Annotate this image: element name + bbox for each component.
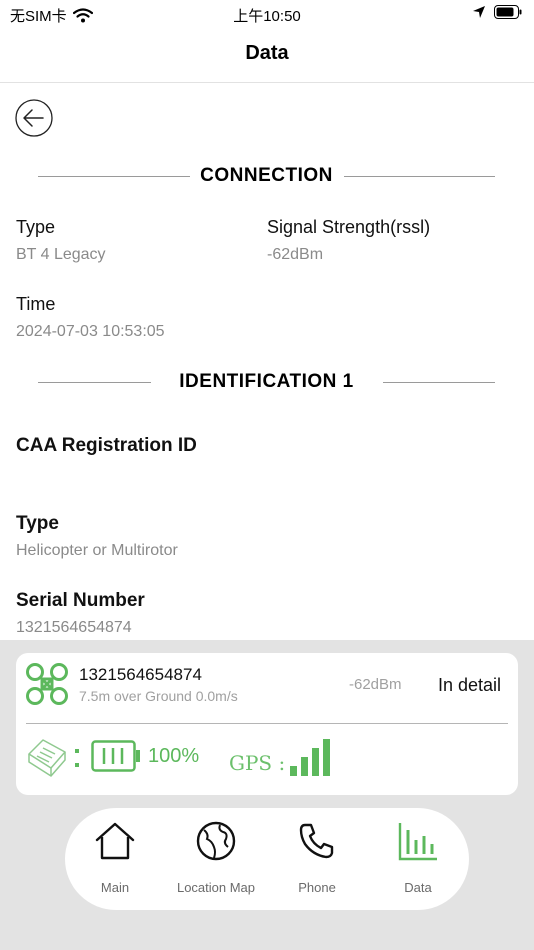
tab-label: Location Map: [176, 880, 256, 895]
phone-icon: [299, 823, 334, 859]
aircraft-type-label: Type: [16, 513, 59, 534]
identification-section-header: IDENTIFICATION 1: [38, 371, 495, 395]
colon-separator: [75, 749, 79, 767]
tab-bar: Main Location Map Phone Data: [65, 808, 469, 910]
gps-label: GPS :: [229, 751, 286, 775]
in-detail-button[interactable]: In detail: [438, 675, 501, 696]
caa-registration-label: CAA Registration ID: [16, 435, 197, 456]
aircraft-type-value: Helicopter or Multirotor: [16, 542, 178, 559]
status-bar: 无SIM卡 上午10:50: [0, 0, 534, 28]
battery-level-icon: [91, 740, 140, 772]
clock: 上午10:50: [233, 8, 301, 25]
type-label: Type: [16, 217, 56, 237]
device-serial: 1321564654874: [79, 665, 202, 684]
card-divider: [26, 723, 508, 724]
gps-signal-icon: [290, 739, 330, 776]
connection-section-header: CONNECTION: [38, 165, 495, 189]
tab-main[interactable]: Main: [65, 818, 165, 902]
device-altitude-speed: 7.5m over Ground 0.0m/s: [79, 688, 238, 704]
time-label: Time: [16, 294, 56, 314]
tab-data[interactable]: Data: [368, 818, 468, 902]
tab-label: Data: [404, 880, 432, 895]
back-button[interactable]: [15, 99, 53, 137]
back-arrow-icon: [15, 99, 53, 137]
globe-icon: [196, 821, 236, 861]
location-arrow-icon: [473, 6, 485, 18]
bar-chart-icon: [398, 823, 437, 861]
time-value: 2024-07-03 10:53:05: [16, 323, 165, 340]
page-title: Data: [245, 42, 289, 64]
nav-divider: [0, 82, 534, 83]
battery-icon: [494, 5, 522, 19]
battery-percent: 100%: [148, 745, 200, 767]
drone-icon: [26, 663, 68, 705]
type-value: BT 4 Legacy: [16, 246, 106, 263]
serial-number-value: 1321564654874: [16, 619, 132, 636]
section-title: IDENTIFICATION 1: [179, 371, 354, 392]
remote-id-module-icon: [28, 739, 66, 777]
signal-strength-value: -62dBm: [267, 246, 324, 263]
serial-number-label: Serial Number: [16, 590, 145, 611]
tab-label: Main: [100, 880, 130, 895]
device-rssi: -62dBm: [349, 676, 402, 693]
signal-strength-label: Signal Strength(rssl): [267, 217, 431, 237]
tab-phone[interactable]: Phone: [267, 818, 367, 902]
tab-location-map[interactable]: Location Map: [166, 818, 266, 902]
section-title: CONNECTION: [200, 165, 333, 186]
home-icon: [95, 822, 135, 860]
tab-label: Phone: [298, 880, 336, 895]
device-card[interactable]: 1321564654874 7.5m over Ground 0.0m/s -6…: [16, 653, 518, 795]
